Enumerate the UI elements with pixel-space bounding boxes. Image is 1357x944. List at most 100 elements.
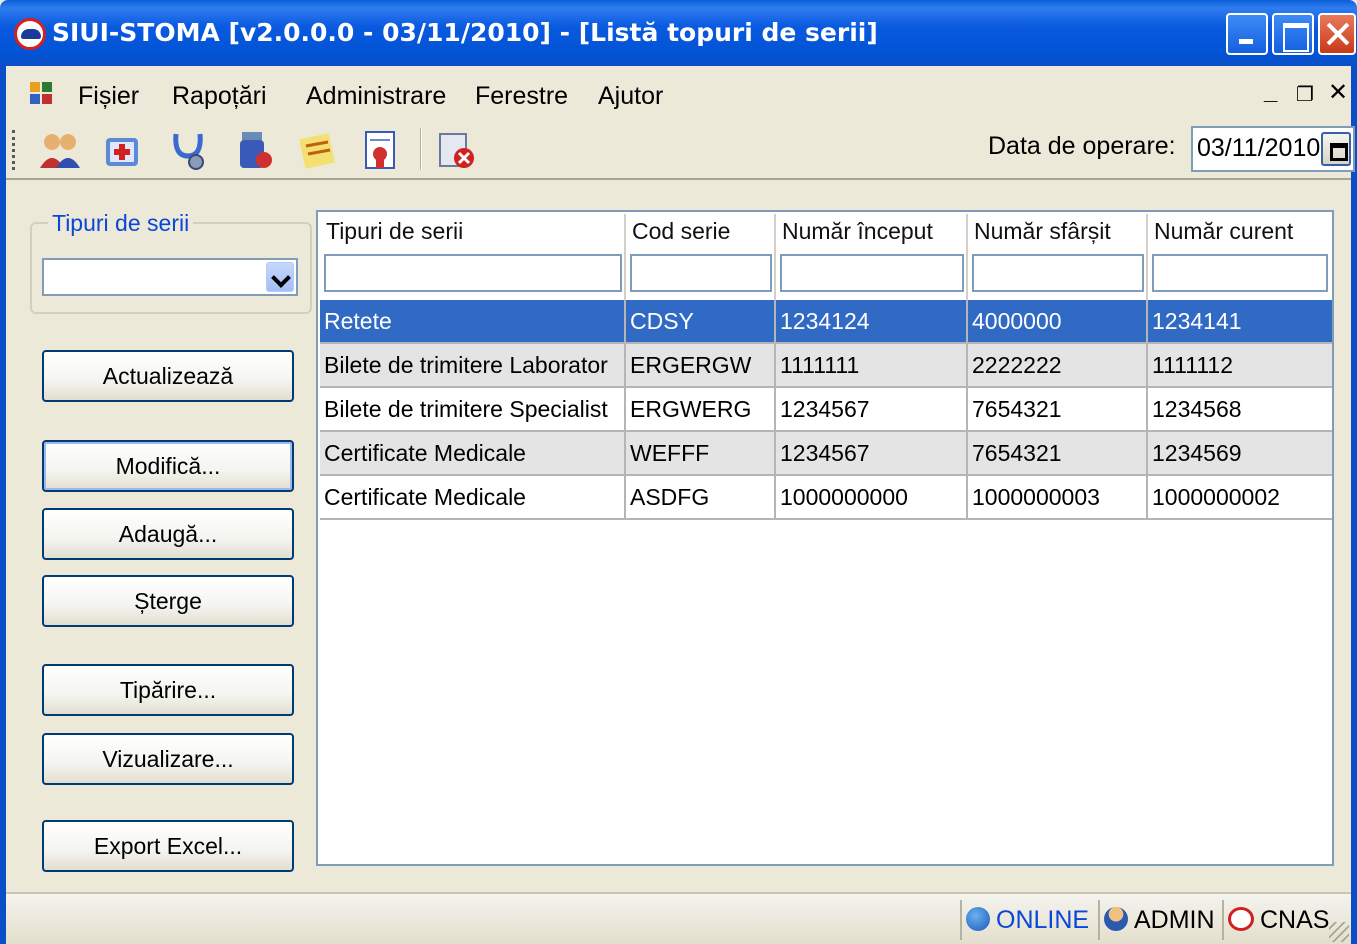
medical-kit-icon[interactable] <box>100 128 144 172</box>
minimize-button[interactable] <box>1226 13 1268 55</box>
table-row[interactable]: Certificate Medicale WEFFF 1234567 76543… <box>320 432 1332 476</box>
menu-rapoarte[interactable]: Rapoțări <box>172 82 267 111</box>
cell-sfarsit: 1000000003 <box>968 476 1148 518</box>
cell-cod: ASDFG <box>626 476 776 518</box>
status-online: ONLINE <box>960 900 1093 940</box>
resize-grip[interactable] <box>1329 922 1349 942</box>
menu-fisier[interactable]: Fișier <box>78 82 139 111</box>
column-header-label: Număr sfârșit <box>974 218 1111 244</box>
table-row[interactable]: Bilete de trimitere Laborator ERGERGW 11… <box>320 344 1332 388</box>
table-row[interactable]: Retete CDSY 1234124 4000000 1234141 <box>320 300 1332 344</box>
cell-curent: 1000000002 <box>1152 484 1280 510</box>
print-button[interactable]: Tipărire... <box>42 664 294 716</box>
toolbar: Data de operare: 03/11/2010 <box>6 122 1355 178</box>
filter-input-cod[interactable] <box>630 254 772 292</box>
cnas-logo-icon <box>1228 907 1254 931</box>
maximize-button[interactable] <box>1272 13 1314 55</box>
user-icon <box>1104 907 1128 931</box>
delete-button[interactable]: Șterge <box>42 575 294 627</box>
edit-button[interactable]: Modifică... <box>42 440 294 492</box>
cell-cod: CDSY <box>626 300 776 342</box>
cell-inceput: 1234567 <box>776 432 968 474</box>
preview-button[interactable]: Vizualizare... <box>42 733 294 785</box>
series-type-combo[interactable] <box>42 258 298 296</box>
cell-sfarsit: 4000000 <box>968 300 1148 342</box>
column-header-label: Tipuri de serii <box>326 218 464 244</box>
cell-cod: WEFFF <box>626 432 776 474</box>
cell-sfarsit: 7654321 <box>968 388 1148 430</box>
stethoscope-icon[interactable] <box>166 128 210 172</box>
column-header-label: Număr început <box>782 218 933 244</box>
patients-icon[interactable] <box>38 128 82 172</box>
table-row[interactable]: Bilete de trimitere Specialist ERGWERG 1… <box>320 388 1332 432</box>
cell-tip: Certificate Medicale <box>320 432 626 474</box>
series-grid[interactable]: Tipuri de serii Cod serie Număr început … <box>316 210 1334 866</box>
add-button[interactable]: Adaugă... <box>42 508 294 560</box>
mdi-close-button[interactable]: ✕ <box>1328 78 1348 107</box>
notes-icon[interactable] <box>296 128 340 172</box>
app-logo-icon <box>14 18 46 50</box>
cell-cod: ERGWERG <box>626 388 776 430</box>
column-header-tip[interactable]: Tipuri de serii <box>320 214 626 300</box>
title-bar[interactable]: SIUI-STOMA [v2.0.0.0 - 03/11/2010] - [Li… <box>0 0 1357 66</box>
toolbar-separator <box>420 128 422 170</box>
status-user-text: ADMIN <box>1134 906 1215 934</box>
column-header-inceput[interactable]: Număr început <box>776 214 968 300</box>
main-content: Tipuri de serii Actualizează Modifică...… <box>6 178 1351 892</box>
close-button[interactable] <box>1318 13 1356 55</box>
chevron-down-icon[interactable] <box>266 262 294 292</box>
filter-input-tip[interactable] <box>324 254 622 292</box>
menu-bar: Fișier Rapoțări Administrare Ferestre Aj… <box>6 66 1351 122</box>
calendar-dropdown-button[interactable] <box>1321 132 1351 166</box>
status-user: ADMIN <box>1098 900 1219 940</box>
cell-cod: ERGERGW <box>626 344 776 386</box>
column-header-curent[interactable]: Număr curent <box>1148 214 1332 300</box>
cell-tip: Retete <box>320 300 626 342</box>
operation-date-value: 03/11/2010 <box>1197 134 1321 162</box>
cell-tip: Certificate Medicale <box>320 476 626 518</box>
refresh-button[interactable]: Actualizează <box>42 350 294 402</box>
cell-tip: Bilete de trimitere Laborator <box>320 344 626 386</box>
operation-date-picker[interactable]: 03/11/2010 <box>1191 126 1355 172</box>
export-excel-button[interactable]: Export Excel... <box>42 820 294 872</box>
table-row[interactable]: Certificate Medicale ASDFG 1000000000 10… <box>320 476 1332 520</box>
filter-input-inceput[interactable] <box>780 254 964 292</box>
column-header-cod[interactable]: Cod serie <box>626 214 776 300</box>
status-bar: ONLINE ADMIN CNAS <box>6 892 1351 944</box>
column-header-sfarsit[interactable]: Număr sfârșit <box>968 214 1148 300</box>
mdi-restore-button[interactable]: ❐ <box>1296 82 1314 107</box>
column-header-label: Cod serie <box>632 218 731 244</box>
cell-inceput: 1111111 <box>776 344 968 386</box>
status-online-text: ONLINE <box>996 906 1090 934</box>
menu-ajutor[interactable]: Ajutor <box>598 82 663 111</box>
window-title: SIUI-STOMA [v2.0.0.0 - 03/11/2010] - [Li… <box>52 18 878 47</box>
toolbar-grip[interactable] <box>12 130 16 170</box>
menu-administrare[interactable]: Administrare <box>306 82 446 111</box>
series-type-group: Tipuri de serii <box>30 210 312 314</box>
cell-curent: 1234569 <box>1152 440 1242 466</box>
cell-curent: 1234568 <box>1152 396 1242 422</box>
cell-inceput: 1234567 <box>776 388 968 430</box>
operation-date-label: Data de operare: <box>988 132 1176 160</box>
column-header-label: Număr curent <box>1154 218 1294 244</box>
mdi-minimize-button[interactable]: _ <box>1264 78 1277 106</box>
filter-input-curent[interactable] <box>1152 254 1328 292</box>
medicine-bottle-icon[interactable] <box>232 128 276 172</box>
cell-sfarsit: 2222222 <box>968 344 1148 386</box>
menu-ferestre[interactable]: Ferestre <box>475 82 568 111</box>
cell-sfarsit: 7654321 <box>968 432 1148 474</box>
filter-input-sfarsit[interactable] <box>972 254 1144 292</box>
cell-curent: 1234141 <box>1152 308 1242 334</box>
certificate-icon[interactable] <box>358 128 402 172</box>
delete-doc-icon[interactable] <box>434 128 478 172</box>
status-org-text: CNAS <box>1260 906 1330 934</box>
cell-inceput: 1000000000 <box>776 476 968 518</box>
cell-tip: Bilete de trimitere Specialist <box>320 388 626 430</box>
cell-curent: 1111112 <box>1152 352 1234 378</box>
mdi-child-icon[interactable] <box>30 82 54 106</box>
grid-header: Tipuri de serii Cod serie Număr început … <box>320 214 1332 300</box>
status-org: CNAS <box>1222 900 1333 940</box>
globe-icon <box>966 907 990 931</box>
series-type-group-label: Tipuri de serii <box>48 210 194 237</box>
cell-inceput: 1234124 <box>776 300 968 342</box>
